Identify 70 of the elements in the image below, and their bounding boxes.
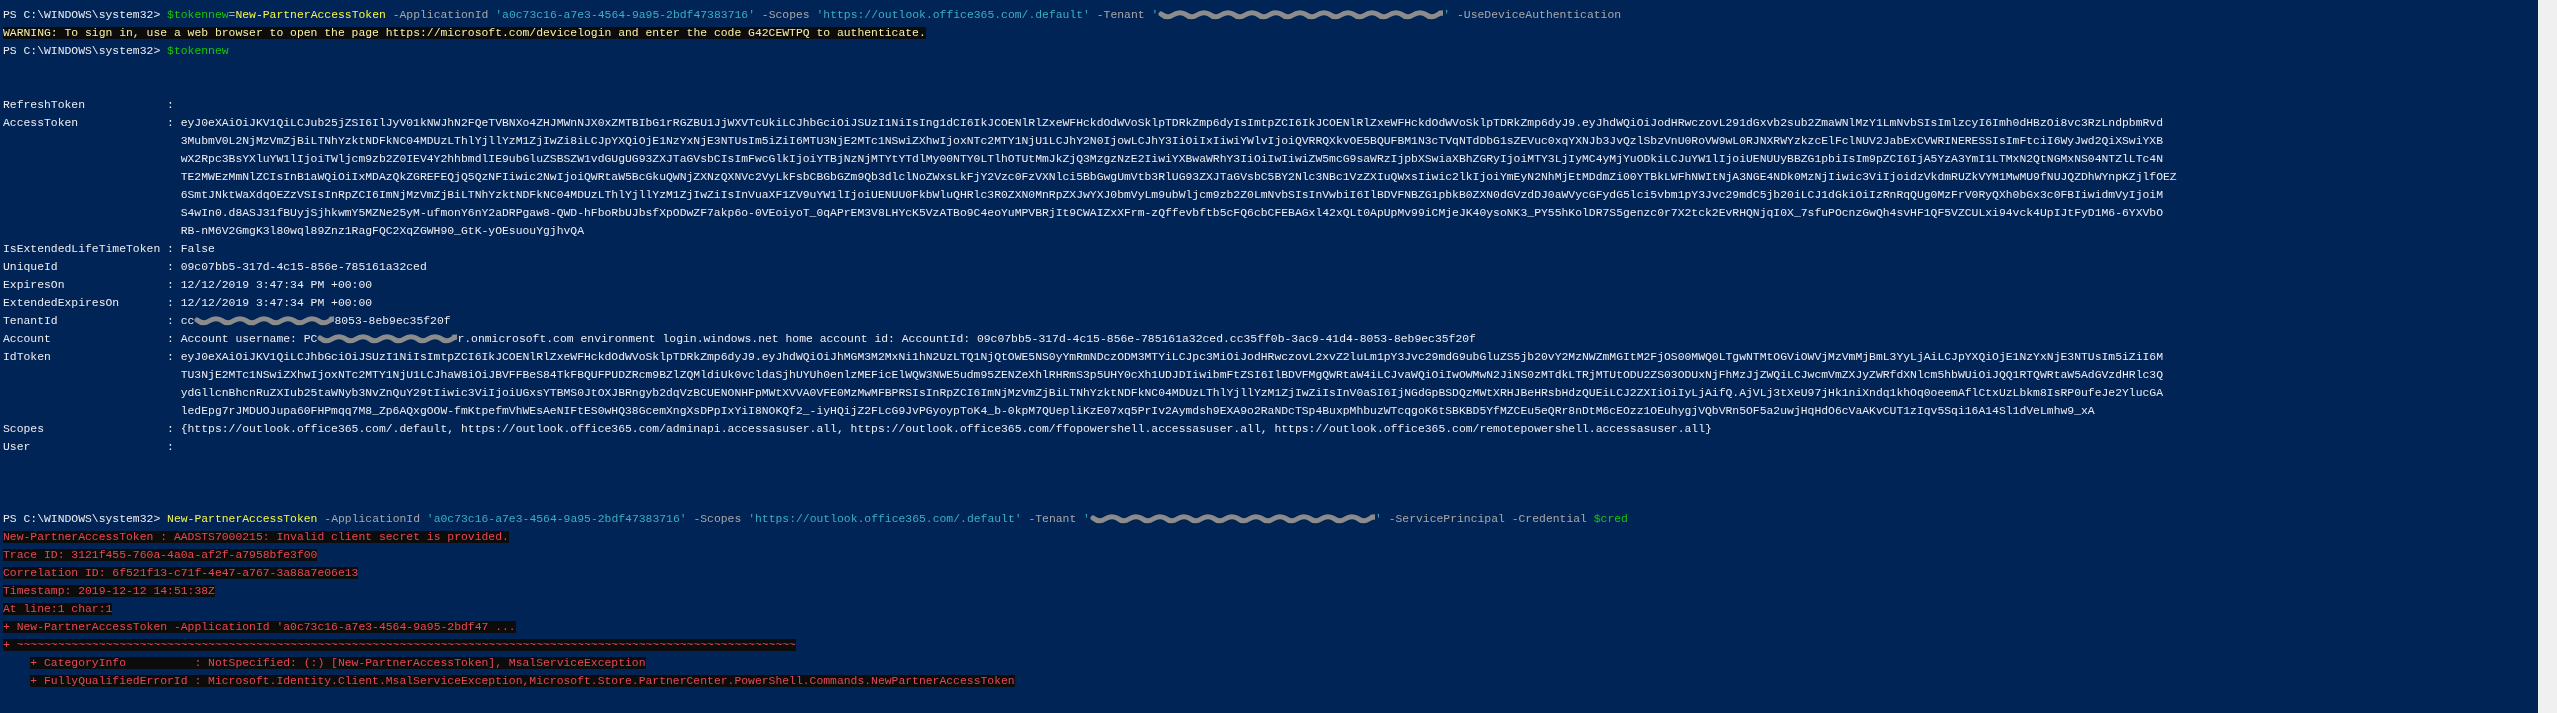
prompt-text: PS C:\WINDOWS\system32> bbox=[3, 513, 161, 525]
property-label: IdToken bbox=[3, 350, 52, 365]
warning-message: WARNING: To sign in, use a web browser to open the page https://microsoft.com/devicelogin and enter the code G42CEWTPQ to authenticate. bbox=[3, 27, 926, 39]
error-message: Trace ID: 3121f455-760a-4a0a-af2f-a7958bfe3f00 bbox=[3, 549, 318, 561]
property-label: User bbox=[3, 440, 32, 455]
string-text: 'a0c73c16-a7e3-4564-9a95-2bdf47383716' bbox=[426, 513, 687, 525]
command-text: New-PartnerAccessToken bbox=[235, 9, 386, 21]
output-text: False bbox=[180, 243, 215, 255]
parameter-text: -Scopes bbox=[761, 9, 810, 21]
parameter-text: -ApplicationId bbox=[392, 9, 489, 21]
property-label: TenantId bbox=[3, 314, 59, 329]
string-text: ' bbox=[1443, 9, 1451, 21]
property-label: Account bbox=[3, 332, 52, 347]
output-text: 8053-8eb9ec35f20f bbox=[334, 315, 451, 327]
property-label: ExtendedExpiresOn bbox=[3, 296, 121, 311]
property-label: IsExtendedLifeTimeToken bbox=[3, 242, 162, 257]
string-text: 'a0c73c16-a7e3-4564-9a95-2bdf47383716' bbox=[495, 9, 755, 21]
token-text: eyJ0eXAiOiJKV1QiLCJub25jZSI6IlJyV01kNWJhN2FQeTVBNXo4ZHJMWnNJX0xZMTBIbG1rRGZBU1JjWXVTcUkiLCJhbGciOiJSUzI1NiIsIng1dCI6IkJCOENlRlZxeWFHckdOdWVoSklpTDRkZmp6dyIsImtpZCI6IkJCOENlRlZxeWFHckdOdWVoSklpTDRkZmp6dyJ9.eyJhdWQiOiJodHRwczovL291dGxvb2sub2ZmaWNlMzY1LmNvbSIsImlzcyI6Imh0dHBzOi8vc3RzLndpbmRvd 3MubmV0L2NjMzVmZjBiLTNhYzktNDFkNC04MDUzLThlYjllYzM1ZjIwZi8iLCJpYXQiOjE1NzYxNjE3NTUsIm5iZiI6MTU3NjE2MTc1NSwiZXhwIjoxNTc2MTY1NjU1LCJhY2N0IjowLCJhY3IiOiIxIiwiYWlvIjoiQVRRQXkvOE5BQUFBM1N3cTVqNTdDbG1sZEVuc0xqYXNJb3JvQzlSbzVnU0RoVW9wL0RJNXRWYzkzcElFclNUV2JabExCVWRINERESSIsImFtciI6WyJwd2QiXSwiYXB wX2Rpc3BsYXluYW1lIjoiTWljcm9zb2Z0IEV4Y2hhbmdlIE9ubGluZSBSZW1vdGUgUG93ZXJTaGVsbCIsImFwcGlkIjoiYTBjNzNjMTYtYTdlMy00NTY0LTlhOTUtMmJkZjQ3MzgzNzE2IiwiYXBwaWRhY3IiOiIwIiwiZW5mcG9saWRzIjpbXSwiaXBhZGRyIjoiMTY3LjIyMC4yMjYuODkiLCJuYW1lIjoiUENUUyBBZG1pbiIsIm9pZCI6IjA5YzA3YmI1LTMxN2QtNGMxNS04NTZlLTc4N TE2MWEzMmNlZCIsInB1aWQiOiIxMDAzQkZGREFEQjQ5QzNFIiwic2NwIjoiQWRtaW5BcGkuQWNjZXNzQXNVc2VyLkFsbCBGbGZm9Qb3dlclNoZWxsLkFjY2Vzc0FzVXNlci5BbGwgUmVtb3RlUG93ZXJTaGVsbC5BY2Nlc3NBc1VzZXIuQWxsIiwic2lkIjoiYmEyN2NhMjEtMDdmZi00YTBkLWFhNWItNjA3NGE4NDk0MzNjIiwic3ViIjoidzVkdmRUZkVYM1MwMU9fNUJQZDhWYnpKZjlfOEZ 6SmtJNktWaXdqOEZzVSIsInRpZCI6ImNjMzVmZjBiLTNhYzktNDFkNC04MDUzLThlYjllYzM1ZjIwZiIsInVuaXF1ZV9uYW1lIjoiUENUU0FkbWluQHRlc3R0ZXN0MnRpZXJwYXJ0bmVyLm9ubWljcm9zb2Z0LmNvbSIsInVwbiI6IlBDVFNBZG1pbkB0ZXN0dGVzdDJ0aWVycGFydG5lci5vbm1pY3Jvc29mdC5jb20iLCJ1dGkiOiIzRnRqQUg0MzFrV0RyQXh0bGx3c0FBIiwidmVyIjoiM S4wIn0.d8ASJ31fBUyjSjhkwmY5MZNe25yM-ufmonY6nY2aDRPgaw8-QWD-hFboRbUJbsfXpODwZF7akp6o-0VEoiyoT_0qAPrEM3V8LHYcK5VzATBo9C4eoYuMPVBRjIt9CWAIZxXFrm-zQffevbftb5cFQ6cbCFEBAGxl42xQLt0ApUpMv99iCMjeJK40ysoNK3_PY55hKolDR7S5genzc0r7X2tck2EvRHQNjqI0X_7sfuPOcnzGwQh4svHF1QF5VZCULxi94vck4UpIJtFyD1M6-6YXVbO RB-nM6V2GmgK3l80wql89Znz1RagFQC2XqZGWH90_GtK-yOEsuouYgjhvQA bbox=[180, 116, 2177, 239]
error-message: At line:1 char:1 bbox=[3, 603, 113, 615]
parameter-text: -UseDeviceAuthentication bbox=[1457, 9, 1622, 21]
output-text: 12/12/2019 3:47:34 PM +00:00 bbox=[180, 297, 373, 309]
parameter-text: -Tenant bbox=[1096, 9, 1145, 21]
string-text: ' bbox=[1151, 9, 1159, 21]
output-text: 09c07bb5-317d-4c15-856e-785161a32ced bbox=[180, 261, 427, 273]
variable-text: $cred bbox=[1593, 513, 1628, 525]
separator-text: : bbox=[167, 350, 175, 365]
separator-text: : bbox=[167, 296, 175, 311]
parameter-text: -Tenant bbox=[1028, 513, 1077, 525]
string-text: 'https://outlook.office365.com/.default' bbox=[748, 513, 1022, 525]
prompt-text: PS C:\WINDOWS\system32> bbox=[3, 9, 161, 21]
separator-text: : bbox=[167, 260, 175, 275]
prompt-text: PS C:\WINDOWS\system32> bbox=[3, 45, 161, 57]
output-text: r.onmicrosoft.com environment login.windows.net home account id: AccountId: 09c07bb5-317d-4c15-856e-785161a32ced.cc35ff0b-3ac9-41d4-8053-8eb9ec35f20f bbox=[457, 333, 1476, 345]
operator-text: = bbox=[228, 9, 236, 21]
error-message: New-PartnerAccessToken : AADSTS7000215: Invalid client secret is provided. bbox=[3, 531, 509, 543]
string-text: ' bbox=[1083, 513, 1090, 525]
property-label: UniqueId bbox=[3, 260, 59, 275]
separator-text: : bbox=[167, 440, 175, 455]
output-text: 12/12/2019 3:47:34 PM +00:00 bbox=[180, 279, 373, 291]
separator-text: : bbox=[167, 98, 175, 113]
string-text: ' bbox=[1374, 513, 1382, 525]
command-text: New-PartnerAccessToken bbox=[167, 513, 318, 525]
separator-text: : bbox=[167, 314, 175, 329]
error-message: + ~~~~~~~~~~~~~~~~~~~~~~~~~~~~~~~~~~~~~~~~~~~~~~~~~~~~~~~~~~~~~~~~~~~~~~~~~~~~~~~~~~~~~~~~~~~~~~~~~~~~~~~~~~~~~~~~~~ bbox=[3, 639, 796, 651]
parameter-text: -Credential bbox=[1511, 513, 1587, 525]
variable-text: $tokennew bbox=[167, 9, 229, 21]
scrollbar[interactable] bbox=[2538, 0, 2557, 713]
parameter-text: -ServicePrincipal bbox=[1388, 513, 1505, 525]
parameter-text: -Scopes bbox=[693, 513, 742, 525]
property-label: RefreshToken bbox=[3, 98, 87, 113]
error-message: Correlation ID: 6f521f13-c71f-4e47-a767-3a88a7e06e13 bbox=[3, 567, 359, 579]
error-message: Timestamp: 2019-12-12 14:51:38Z bbox=[3, 585, 215, 597]
parameter-text: -ApplicationId bbox=[324, 513, 420, 525]
separator-text: : bbox=[167, 242, 175, 257]
output-text: cc bbox=[180, 315, 195, 327]
output-text: {https://outlook.office365.com/.default, https://outlook.office365.com/adminapi.accessasuser.all, https://outlook.office365.com/ffopowershell.accessasuser.all, https://outlook.office365.com/remotepowershell.accessasuser.all} bbox=[180, 423, 1712, 435]
error-message: + New-PartnerAccessToken -ApplicationId 'a0c73c16-a7e3-4564-9a95-2bdf47 ... bbox=[3, 621, 516, 633]
property-label: AccessToken bbox=[3, 116, 80, 131]
string-text: 'https://outlook.office365.com/.default' bbox=[816, 9, 1090, 21]
separator-text: : bbox=[167, 278, 175, 293]
variable-text: $tokennew bbox=[167, 45, 229, 57]
error-message: + CategoryInfo : NotSpecified: (:) [New-PartnerAccessToken], MsalServiceException bbox=[30, 657, 646, 669]
separator-text: : bbox=[167, 116, 175, 131]
separator-text: : bbox=[167, 332, 175, 347]
token-text: eyJ0eXAiOiJKV1QiLCJhbGciOiJSUzI1NiIsImtpZCI6IkJCOENlRlZxeWFHckdOdWVoSklpTDRkZmp6dyJ9.eyJhdWQiOiJhMGM3M2MxNi1hN2UzLTQ1NjQtOWE5NS0yYmRmNDczODM3MTYiLCJpc3MiOiJodHRwczovL2xvZ2luLm1pY3Jvc29mdG9ubGluZS5jb20vY2MzNWZmMGItM2FjOS00MWQ0LTgwNTMtOGViOWVjMzVmMjBmL3YyLjAiLCJpYXQiOjE1NzYxNjE3NTUsIm5iZiI6M TU3NjE2MTc1NSwiZXhwIjoxNTc2MTY1NjU1LCJhaW8iOiJBVFFBeS84TkFBQUFPUDZRcm9BZlZQMldiUk0vcldaSjhUYUh0enlzMEFicElWQW3NWE5udm95ZENZeXhlRHRmS3p5UHY0cXh1UDJDIiwibmFtZSI6IlBDVFMgQWRtaW4iLCJvaWQiOiIwOWMwN2JiNS0zMTdkLTRjMTUtODU2ZS03ODUxNjFhMzJjZWQiLCJwcmVmZXJyZWRfdXNlcm5hbWUiOiJQQ1RTQWRtaW5AdGVzdHRlc3Q ydGllcnBhcnRuZXIub25taWNyb3NvZnQuY29tIiwic3ViIjoiUGxsYTBMS0JtOXJBRngyb2dqVzBCUENONHFpMWtXVVA0VFE0MzMwMFBPRSIsInRpZCI6ImNjMzVmZjBiLTNhYzktNDFkNC04MDUzLThlYjllYzM1ZjIwZiIsInV0aSI6IjNGdGpBSDQzMWtXRHJBeHRsbHdzQUEiLCJ2ZXIiOiIyLjAifQ.AjVLj3tXeU97jHk1niXndq1khOq0oeemAflCtxUzLbkm8IsRP0ufeJe2YlucGA ledEpg7rJMDUOJupa60FHPmqq7M8_Zp6AQxgOOW-fmKtpefmVhWEsAeNIFtES0wHQ38GcemXngXsDPpIxYiI8NOKQf2_-iyHQijZ2FLcG9JvPGyoypToK4_b-0kpM7QUepliKzE07xq5PrIv2Aymdsh9EXA9o2RaNDcTSp4BuxpMhbuzWTcqgoK6tSBKBD5YfMZCEu5eQRr8nDtM6cEOzz1OEuhygjVQbVRn5OF5a2uwjHqHdO6cVaAKvCUT1zIqv5Sqi16A14Sl1dVeLmhw9_xA bbox=[180, 350, 2163, 419]
error-message: + FullyQualifiedErrorId : Microsoft.Identity.Client.MsalServiceException,Microsoft.Store.PartnerCenter.PowerShell.Commands.NewPartnerAccessToken bbox=[30, 675, 1015, 687]
output-text: Account username: PC bbox=[180, 333, 318, 345]
property-label: ExpiresOn bbox=[3, 278, 66, 293]
separator-text: : bbox=[167, 422, 175, 437]
property-label: Scopes bbox=[3, 422, 45, 437]
